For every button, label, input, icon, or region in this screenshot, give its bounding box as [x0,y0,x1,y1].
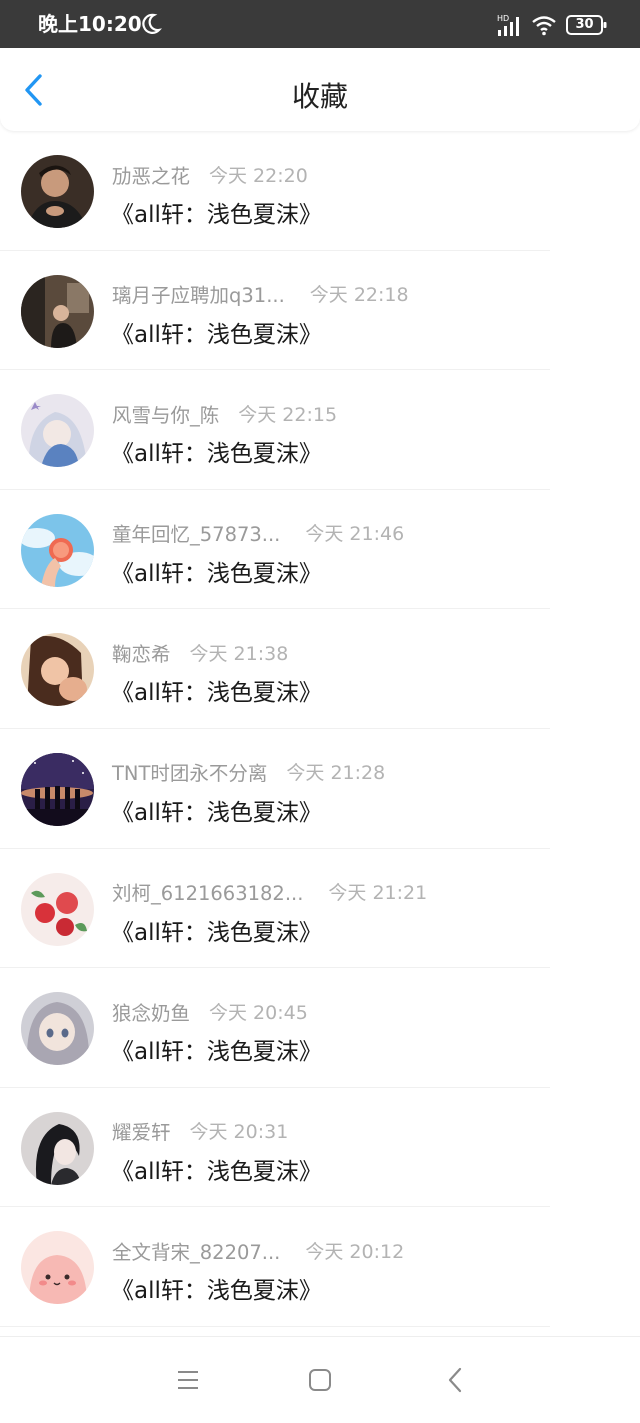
list-item[interactable]: 耀爱轩 今天 20:31 《all轩：浅色夏沫》 [0,1088,640,1208]
list-item[interactable]: 狼念奶鱼 今天 20:45 《all轩：浅色夏沫》 [0,968,640,1088]
list-item[interactable]: 风雪与你_陈 今天 22:15 《all轩：浅色夏沫》 [0,370,640,490]
book-title[interactable]: 《all轩：浅色夏沫》 [111,1152,322,1186]
menu-button[interactable] [171,1363,205,1397]
back-button[interactable] [14,70,54,110]
list-item[interactable]: TNT时团永不分离 今天 21:28 《all轩：浅色夏沫》 [0,729,640,849]
item-meta: 狼念奶鱼 今天 20:45 [112,996,308,1026]
user-name[interactable]: TNT时团永不分离 [112,757,267,786]
item-time: 今天 21:28 [286,762,386,785]
item-time: 今天 22:18 [309,284,409,307]
signal-icon: HD [497,14,519,36]
item-meta: 鞠恋希 今天 21:38 [112,637,288,667]
list-item[interactable]: 鞠恋希 今天 21:38 《all轩：浅色夏沫》 [0,609,640,729]
book-title[interactable]: 《all轩：浅色夏沫》 [111,673,322,707]
item-time: 今天 22:20 [209,164,308,187]
item-meta: 璃月子应聘加q31... 今天 22:18 [112,279,409,309]
book-title[interactable]: 《all轩：浅色夏沫》 [111,1032,322,1066]
wifi-icon [532,16,556,36]
item-time: 今天 21:38 [189,642,289,665]
chevron-left-icon [25,74,42,106]
user-name[interactable]: 刘柯_6121663182... [112,877,303,906]
page-title: 收藏 [291,80,348,113]
home-button[interactable] [303,1363,337,1397]
user-name[interactable]: 童年回忆_57873... [112,518,280,547]
favorites-list: 劢恶之花 今天 22:20 《all轩：浅色夏沫》 璃月子应聘加q31... 今… [0,131,640,1327]
item-time: 今天 22:15 [238,403,338,426]
book-title[interactable]: 《all轩：浅色夏沫》 [111,195,322,229]
user-name[interactable]: 狼念奶鱼 [112,997,190,1026]
user-name[interactable]: 风雪与你_陈 [112,399,219,428]
item-meta: TNT时团永不分离 今天 21:28 [112,757,385,787]
avatar[interactable] [21,633,94,707]
menu-icon [178,1371,198,1389]
back-icon [448,1367,462,1393]
user-name[interactable]: 劢恶之花 [112,160,190,189]
book-title[interactable]: 《all轩：浅色夏沫》 [111,1271,322,1305]
status-time: 晚上10:20 [38,12,142,36]
item-meta: 刘柯_6121663182... 今天 21:21 [112,877,427,907]
item-meta: 全文背宋_82207... 今天 20:12 [112,1235,404,1265]
item-time: 今天 20:31 [189,1121,289,1144]
avatar[interactable] [21,513,94,587]
item-time: 今天 21:21 [328,882,428,905]
user-name[interactable]: 璃月子应聘加q31... [112,279,285,308]
divider [0,1325,550,1327]
moon-icon [142,13,162,34]
book-title[interactable]: 《all轩：浅色夏沫》 [111,315,322,349]
item-meta: 风雪与你_陈 今天 22:15 [112,398,337,428]
avatar[interactable] [21,872,94,946]
avatar[interactable] [21,1111,94,1185]
avatar[interactable] [21,274,94,348]
list-item[interactable]: 劢恶之花 今天 22:20 《all轩：浅色夏沫》 [0,131,640,251]
app-header: 收藏 [0,48,640,131]
nav-back-button[interactable] [438,1363,472,1397]
user-name[interactable]: 耀爱轩 [112,1116,171,1145]
battery-icon: 30 [566,14,608,36]
list-item[interactable]: 璃月子应聘加q31... 今天 22:18 《all轩：浅色夏沫》 [0,251,640,371]
list-item[interactable]: 童年回忆_57873... 今天 21:46 《all轩：浅色夏沫》 [0,490,640,610]
battery-level: 30 [575,17,594,32]
avatar[interactable] [21,394,94,468]
status-bar: 晚上10:20 HD 30 [0,0,640,48]
system-nav-bar [0,1336,640,1423]
item-meta: 劢恶之花 今天 22:20 [112,159,308,189]
list-item[interactable]: 刘柯_6121663182... 今天 21:21 《all轩：浅色夏沫》 [0,849,640,969]
item-time: 今天 20:12 [305,1240,405,1263]
user-name[interactable]: 全文背宋_82207... [112,1236,280,1265]
book-title[interactable]: 《all轩：浅色夏沫》 [111,554,322,588]
book-title[interactable]: 《all轩：浅色夏沫》 [111,793,322,827]
home-icon [309,1369,331,1391]
item-time: 今天 20:45 [209,1001,308,1024]
book-title[interactable]: 《all轩：浅色夏沫》 [111,434,322,468]
avatar[interactable] [21,752,94,826]
item-meta: 耀爱轩 今天 20:31 [112,1116,288,1146]
list-item[interactable]: 全文背宋_82207... 今天 20:12 《all轩：浅色夏沫》 [0,1207,640,1327]
item-time: 今天 21:46 [305,523,405,546]
item-meta: 童年回忆_57873... 今天 21:46 [112,518,404,548]
avatar[interactable] [21,992,94,1066]
book-title[interactable]: 《all轩：浅色夏沫》 [111,913,322,947]
user-name[interactable]: 鞠恋希 [112,638,171,667]
avatar[interactable] [21,1231,94,1305]
avatar[interactable] [21,155,94,228]
network-label: HD [497,14,509,23]
